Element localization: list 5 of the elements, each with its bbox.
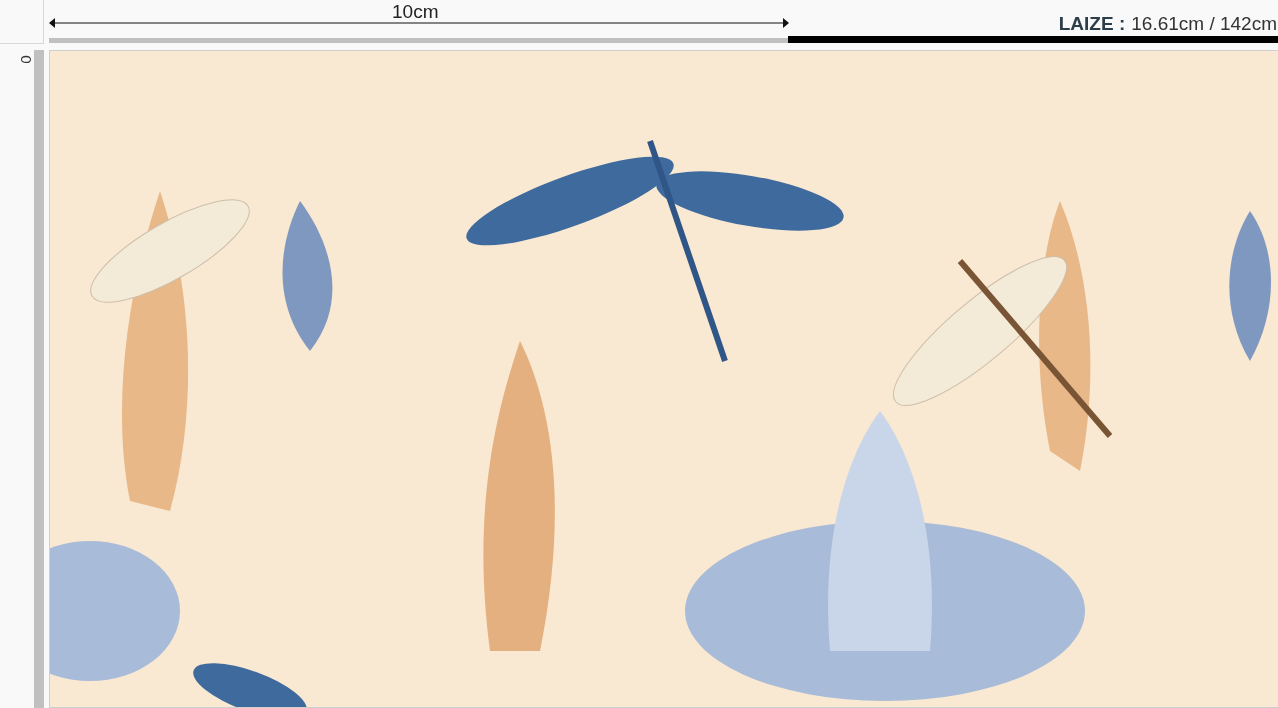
width-value: 16.61cm / 142cm bbox=[1131, 12, 1277, 36]
ruler-corner bbox=[0, 0, 44, 44]
measure-label: 10cm bbox=[392, 0, 439, 24]
ruler-origin-label: 0 bbox=[18, 55, 34, 64]
width-label: LAIZE : bbox=[1058, 12, 1126, 36]
